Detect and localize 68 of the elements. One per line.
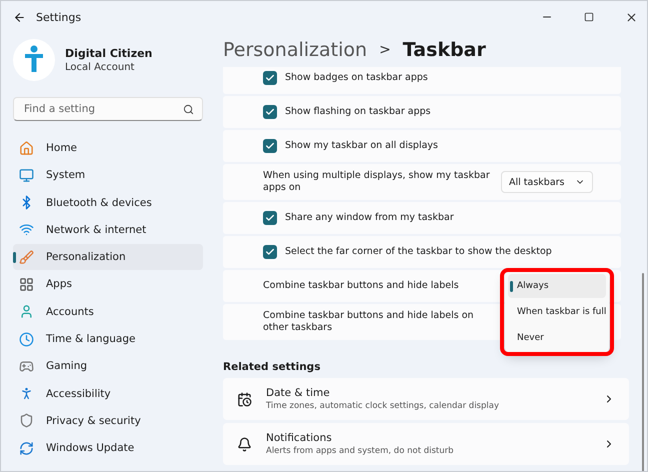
- nav-item[interactable]: Apps: [13, 271, 203, 298]
- menu-option[interactable]: Never: [508, 326, 606, 350]
- person-icon: [19, 304, 34, 320]
- nav-item[interactable]: Home: [13, 135, 203, 161]
- checkbox-label: Share any window from my taskbar: [285, 212, 455, 224]
- checkmark-icon: [265, 141, 275, 151]
- checkbox-label: Show badges on taskbar apps: [285, 72, 429, 84]
- avatar-logo-icon: [13, 39, 55, 81]
- section-heading: Related settings: [223, 361, 322, 373]
- card-title: Notifications: [266, 432, 333, 444]
- scrollbar[interactable]: [642, 273, 644, 471]
- refresh-icon: [19, 440, 34, 456]
- card-subtitle: Time zones, automatic clock settings, calendar display: [266, 401, 500, 411]
- page-title: Taskbar: [402, 39, 486, 61]
- settings-card[interactable]: Notifications Alerts from apps and system, do not disturb: [223, 423, 629, 465]
- checkmark-icon: [265, 73, 275, 83]
- apps-grid-icon: [19, 276, 34, 292]
- bell-icon: [237, 436, 252, 452]
- nav-item[interactable]: System: [13, 162, 203, 188]
- close-icon: [624, 10, 638, 24]
- checkbox[interactable]: [263, 105, 277, 119]
- checkbox[interactable]: [263, 211, 277, 225]
- checkbox-label: Show flashing on taskbar apps: [285, 106, 432, 118]
- setting-label: Combine taskbar buttons and hide labels: [263, 280, 460, 292]
- breadcrumb-separator: >: [379, 42, 391, 58]
- nav-item[interactable]: Personalization: [13, 244, 203, 270]
- card-title: Date & time: [266, 387, 331, 399]
- back-icon[interactable]: [13, 10, 26, 24]
- menu-option[interactable]: When taskbar is full: [508, 300, 606, 324]
- card-subtitle: Alerts from apps and system, do not disturb: [266, 446, 455, 456]
- checkbox-label: Show my taskbar on all displays: [285, 140, 439, 152]
- calendar-clock-icon: [237, 392, 252, 406]
- breadcrumb-parent[interactable]: Personalization: [223, 39, 368, 61]
- nav-item[interactable]: Privacy & security: [13, 408, 203, 434]
- settings-card[interactable]: Date & time Time zones, automatic clock settings, calendar display: [223, 378, 629, 420]
- nav-item[interactable]: Time & language: [13, 326, 203, 352]
- setting-label: When using multiple displays, show my taskbar apps on: [263, 170, 491, 194]
- nav-item[interactable]: Windows Update: [13, 435, 203, 462]
- account-type: Local Account: [65, 62, 136, 73]
- gamepad-icon: [19, 358, 34, 374]
- wifi-icon: [19, 222, 34, 238]
- window-title: Settings: [36, 10, 82, 24]
- search-field[interactable]: Find a setting: [22, 102, 183, 116]
- nav-item[interactable]: Bluetooth & devices: [13, 190, 203, 216]
- home-icon: [19, 140, 34, 156]
- clock-icon: [19, 332, 34, 347]
- checkbox-label: Select the far corner of the taskbar to show the desktop: [285, 246, 553, 258]
- checkbox[interactable]: [263, 139, 277, 153]
- search-field[interactable]: Find a setting: [13, 97, 203, 121]
- menu-option[interactable]: Always: [508, 274, 606, 298]
- shield-icon: [19, 413, 34, 428]
- checkmark-icon: [265, 213, 275, 223]
- dropdown[interactable]: All taskbars: [501, 171, 593, 193]
- checkbox[interactable]: [263, 71, 277, 85]
- profile-name: Digital Citizen: [65, 47, 152, 60]
- checkmark-icon: [265, 247, 275, 257]
- nav-item[interactable]: Network & internet: [13, 216, 203, 243]
- checkmark-icon: [265, 107, 275, 117]
- nav-item[interactable]: Gaming: [13, 353, 203, 380]
- nav-item[interactable]: Accounts: [13, 298, 203, 325]
- maximize-icon: [584, 12, 594, 22]
- monitor-icon: [19, 168, 34, 183]
- search-icon: [183, 104, 194, 114]
- brush-icon: [19, 250, 34, 265]
- checkbox[interactable]: [263, 245, 277, 259]
- accessibility-icon: [19, 386, 34, 402]
- setting-label: Combine taskbar buttons and hide labels on other taskbars: [263, 310, 475, 334]
- nav-item[interactable]: Accessibility: [13, 380, 203, 407]
